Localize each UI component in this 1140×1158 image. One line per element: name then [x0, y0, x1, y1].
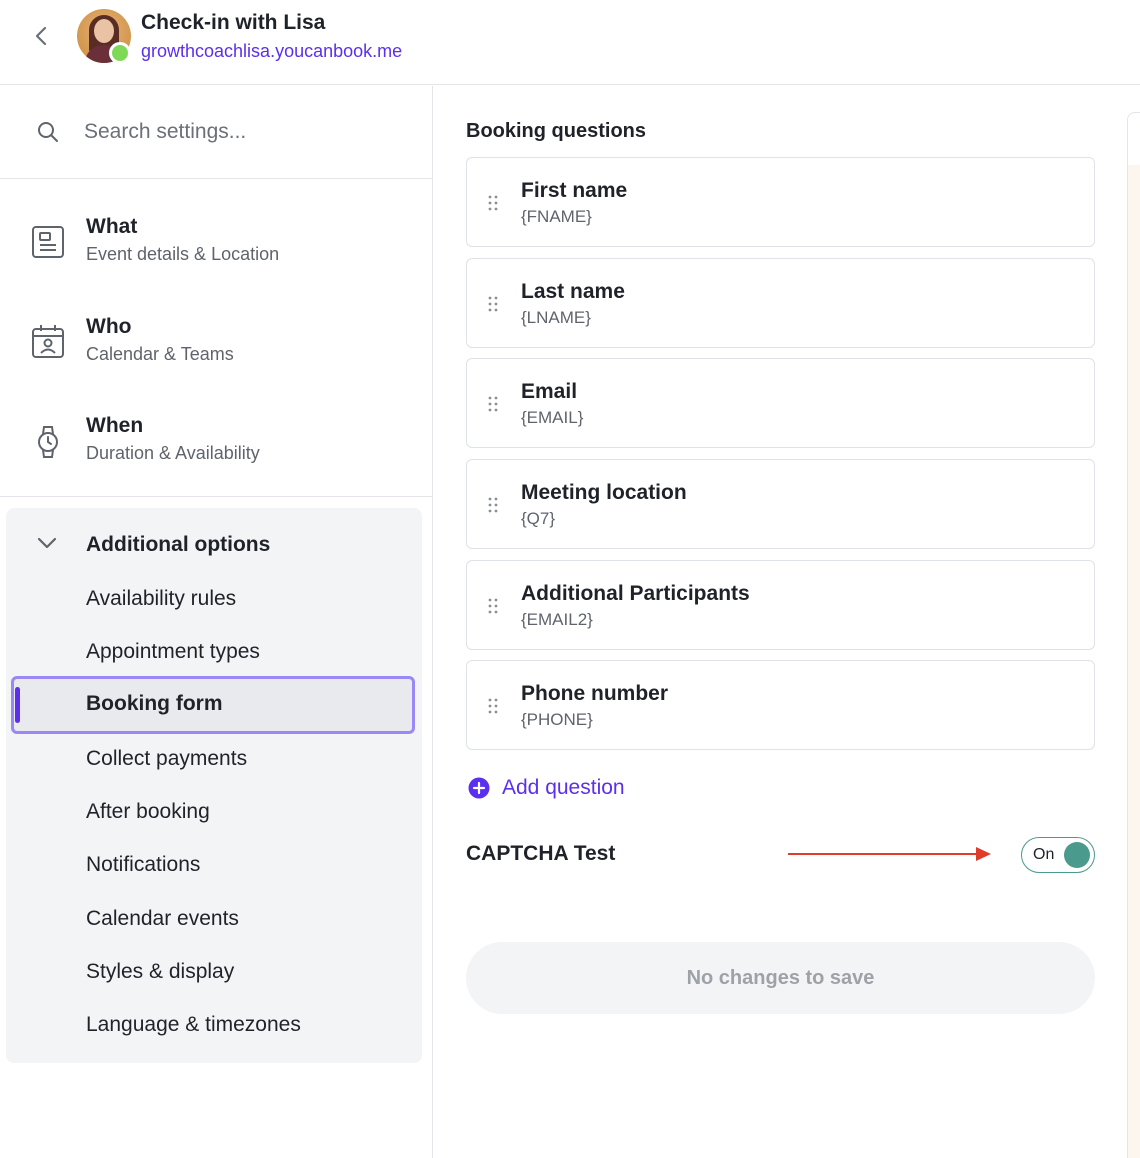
question-title: Additional Participants [521, 582, 750, 605]
sidebar-subitem-booking-form[interactable]: Booking form [11, 676, 415, 734]
question-shorthand: {FNAME} [521, 207, 592, 226]
drag-handle-icon[interactable] [487, 295, 499, 313]
booking-form-settings: Booking questions First name {FNAME} Las… [434, 86, 1140, 1158]
question-title: Email [521, 380, 578, 403]
search-settings-input[interactable] [84, 112, 404, 152]
sidebar-subitem-language-timezones[interactable]: Language & timezones [86, 1013, 301, 1037]
chevron-down-icon [37, 537, 57, 549]
sidebar-item-subtitle: Duration & Availability [86, 443, 260, 463]
sidebar-subitem-label: Booking form [86, 692, 223, 715]
sidebar-subitem-availability-rules[interactable]: Availability rules [86, 587, 236, 611]
watch-icon [38, 426, 58, 458]
plus-circle-icon [468, 777, 490, 799]
question-title: Last name [521, 280, 625, 303]
toggle-knob [1064, 842, 1090, 868]
question-card[interactable]: Additional Participants {EMAIL2} [466, 560, 1095, 650]
captcha-toggle[interactable]: On [1021, 837, 1095, 873]
search-bar [0, 86, 432, 179]
question-shorthand: {EMAIL2} [521, 610, 593, 629]
question-card[interactable]: Last name {LNAME} [466, 258, 1095, 348]
back-button[interactable] [26, 20, 56, 52]
captcha-label: CAPTCHA Test [466, 842, 616, 865]
sidebar-item-title: What [86, 215, 138, 238]
question-title: First name [521, 179, 628, 202]
sidebar-item-title: Who [86, 315, 132, 338]
save-button[interactable]: No changes to save [466, 942, 1095, 1014]
sidebar-subitem-appointment-types[interactable]: Appointment types [86, 640, 260, 664]
sidebar-item-title: When [86, 414, 144, 437]
question-title: Meeting location [521, 481, 687, 504]
sidebar-subitem-calendar-events[interactable]: Calendar events [86, 907, 239, 931]
captcha-toggle-label: On [1033, 846, 1055, 863]
event-title: Check-in with Lisa [141, 11, 326, 34]
drag-handle-icon[interactable] [487, 496, 499, 514]
question-card[interactable]: Meeting location {Q7} [466, 459, 1095, 549]
preview-panel-edge [1127, 112, 1140, 1158]
add-question-button[interactable]: Add question [468, 772, 625, 804]
sidebar-item-subtitle: Calendar & Teams [86, 344, 234, 364]
additional-options-toggle[interactable]: Additional options [6, 522, 422, 570]
search-icon [38, 122, 58, 142]
annotation-arrow-icon [788, 847, 991, 861]
booking-page-link[interactable]: growthcoachlisa.youcanbook.me [141, 41, 402, 62]
additional-options-panel: Additional options Availability rules Ap… [6, 508, 422, 1063]
divider [0, 496, 432, 497]
document-icon [32, 226, 64, 258]
chevron-left-icon [35, 26, 47, 46]
question-shorthand: {LNAME} [521, 308, 591, 327]
question-shorthand: {PHONE} [521, 710, 593, 729]
sidebar-subitem-notifications[interactable]: Notifications [86, 853, 200, 877]
section-title: Booking questions [466, 120, 646, 142]
sidebar-item-subtitle: Event details & Location [86, 244, 280, 264]
sidebar-item-when[interactable]: When Duration & Availability [0, 412, 432, 482]
drag-handle-icon[interactable] [487, 597, 499, 615]
online-status-indicator [109, 42, 131, 64]
drag-handle-icon[interactable] [487, 194, 499, 212]
sidebar-item-what[interactable]: What Event details & Location [0, 213, 432, 283]
calendar-person-icon [32, 325, 64, 358]
additional-options-label: Additional options [86, 533, 271, 556]
question-title: Phone number [521, 682, 669, 705]
settings-sidebar: What Event details & Location Who Calend… [0, 86, 433, 1158]
app-header: Check-in with Lisa growthcoachlisa.youca… [0, 0, 1140, 85]
sidebar-subitem-styles-display[interactable]: Styles & display [86, 960, 234, 984]
sidebar-subitem-after-booking[interactable]: After booking [86, 800, 210, 824]
drag-handle-icon[interactable] [487, 395, 499, 413]
drag-handle-icon[interactable] [487, 697, 499, 715]
add-question-label: Add question [502, 776, 625, 799]
active-indicator [15, 687, 20, 723]
question-card[interactable]: Email {EMAIL} [466, 358, 1095, 448]
question-shorthand: {EMAIL} [521, 408, 584, 427]
sidebar-item-who[interactable]: Who Calendar & Teams [0, 313, 432, 383]
question-card[interactable]: Phone number {PHONE} [466, 660, 1095, 750]
question-shorthand: {Q7} [521, 509, 556, 528]
sidebar-subitem-collect-payments[interactable]: Collect payments [86, 747, 247, 771]
question-card[interactable]: First name {FNAME} [466, 157, 1095, 247]
